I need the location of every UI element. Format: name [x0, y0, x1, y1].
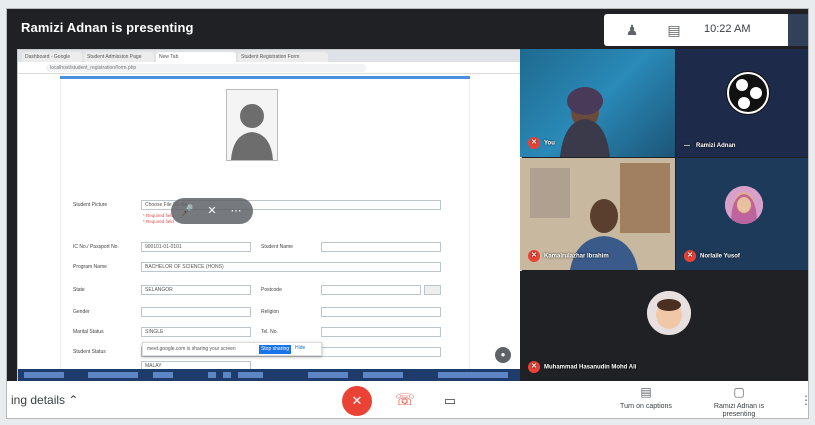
camera-off-icon[interactable]: ✕ — [205, 204, 219, 218]
more-options-icon[interactable]: ⋮ — [800, 393, 808, 407]
browser-tabs: Dashboard - Google Student Admission Pag… — [18, 50, 521, 62]
field-label: Religion — [261, 309, 280, 315]
postcode-input[interactable] — [321, 285, 421, 295]
error-text: * Required field — [143, 213, 174, 218]
captions-label[interactable]: Turn on captions — [601, 403, 691, 410]
avatar — [647, 291, 691, 335]
top-right-controls: ♟ ▤ 10:22 AM — [604, 14, 788, 46]
avatar-silhouette-icon — [227, 90, 277, 160]
registration-form: Student Picture Choose File No file * Re… — [60, 79, 470, 371]
taskbar-item[interactable] — [24, 372, 64, 378]
top-bar: Ramizi Adnan is presenting ♟ ▤ 10:22 AM — [7, 9, 808, 49]
taskbar-item[interactable] — [308, 372, 348, 378]
chevron-up-icon: ⌃ — [68, 393, 79, 407]
mic-muted-icon: ✕ — [684, 250, 696, 262]
meeting-details-button[interactable]: ing details ⌃ — [11, 393, 78, 407]
field-label: Postcode — [261, 287, 282, 293]
camera-button[interactable]: ▭ — [435, 386, 465, 416]
browser-tab[interactable]: Student Admission Page — [84, 52, 154, 62]
field-label: Student Picture — [73, 202, 108, 208]
avatar-image — [647, 291, 691, 335]
check-button[interactable] — [424, 285, 441, 295]
windows-taskbar — [18, 369, 521, 381]
present-icon[interactable]: ▢ — [732, 385, 746, 399]
participant-name: ✕ Norlaile Yusof — [684, 250, 740, 262]
participant-name: — Ramizi Adnan — [684, 143, 736, 149]
field-label: Gender — [73, 309, 90, 315]
taskbar-item[interactable] — [438, 372, 508, 378]
bottom-bar: ing details ⌃ ✕ ☏ ▭ ▤ Turn on captions ▢… — [7, 381, 808, 418]
taskbar-item[interactable] — [238, 372, 263, 378]
gender-select[interactable] — [141, 307, 251, 317]
screen-share-notice: meet.google.com is sharing your screen S… — [142, 342, 322, 356]
people-icon[interactable]: ♟ — [624, 23, 640, 37]
participant-tile[interactable]: — Ramizi Adnan — [676, 49, 808, 157]
browser-tab[interactable]: Dashboard - Google — [22, 52, 82, 62]
taskbar-item[interactable] — [153, 372, 173, 378]
obs-logo-icon — [726, 71, 770, 115]
taskbar-item[interactable] — [363, 372, 403, 378]
participant-name: ✕ You — [528, 137, 555, 149]
field-label: Tel. No. — [261, 329, 278, 335]
presenting-label[interactable]: Ramizi Adnan is presenting — [713, 403, 765, 418]
clock: 10:22 AM — [704, 23, 751, 35]
address-bar: localhost/student_registration/form.php — [18, 62, 521, 74]
chat-icon[interactable]: ▤ — [666, 23, 682, 37]
field-label: State — [73, 287, 85, 293]
taskbar-item[interactable] — [88, 372, 138, 378]
error-text: * Required field — [143, 219, 174, 224]
presenter-banner: Ramizi Adnan is presenting — [21, 20, 194, 35]
camera-icon: ▭ — [443, 393, 457, 408]
participant-name: ✕ Muhammad Hasanudin Mohd Ali — [528, 361, 636, 373]
mic-muted-icon: ✕ — [528, 361, 540, 373]
state-select[interactable]: SELANGOR — [141, 285, 251, 295]
mic-icon[interactable]: 🎤 — [180, 204, 194, 218]
avatar — [725, 186, 763, 224]
mic-muted-icon: ✕ — [528, 137, 540, 149]
program-select[interactable]: BACHELOR OF SCIENCE (HONS) — [141, 262, 441, 272]
end-call-button[interactable]: ☏ — [390, 386, 420, 416]
floating-controls: 🎤 ✕ ⋯ — [171, 198, 253, 224]
participant-tile[interactable]: ✕ Norlaile Yusof — [676, 158, 808, 270]
url-field[interactable]: localhost/student_registration/form.php — [46, 64, 366, 72]
field-label: Student Name — [261, 244, 293, 250]
mic-off-icon: ✕ — [351, 393, 363, 408]
religion-select[interactable] — [321, 307, 441, 317]
field-label: Program Name — [73, 264, 107, 270]
avatar-image — [725, 186, 763, 224]
self-camera-thumbnail — [788, 14, 808, 46]
participant-tile[interactable]: ✕ Kamalrulazhar Ibrahim — [520, 158, 675, 270]
phone-hangup-icon: ☏ — [394, 392, 415, 409]
hide-button[interactable]: Hide — [295, 345, 305, 351]
participant-name: ✕ Kamalrulazhar Ibrahim — [528, 250, 609, 262]
ic-input[interactable]: 900101-01-0101 — [141, 242, 251, 252]
mute-mic-button[interactable]: ✕ — [342, 386, 372, 416]
tel-input[interactable] — [321, 327, 441, 337]
participant-tile[interactable]: ✕ You — [520, 49, 675, 157]
scroll-top-button[interactable]: ● — [495, 347, 511, 363]
shared-screen: Dashboard - Google Student Admission Pag… — [17, 49, 522, 381]
mic-muted-icon: ✕ — [528, 250, 540, 262]
share-notice-text: meet.google.com is sharing your screen — [147, 346, 236, 352]
participant-tile[interactable]: ✕ Muhammad Hasanudin Mohd Ali — [520, 271, 808, 381]
field-label: Marital Status — [73, 329, 104, 335]
captions-icon[interactable]: ▤ — [639, 385, 653, 399]
student-photo-placeholder — [226, 89, 278, 161]
taskbar-item[interactable] — [208, 372, 216, 378]
taskbar-item[interactable] — [223, 372, 231, 378]
field-label: Student Status — [73, 349, 106, 355]
browser-tab[interactable]: New Tab — [156, 52, 236, 62]
field-label: IC No./ Passport No. — [73, 244, 119, 250]
marital-select[interactable]: SINGLE — [141, 327, 251, 337]
more-icon[interactable]: ⋯ — [229, 204, 243, 218]
meet-window: Ramizi Adnan is presenting ♟ ▤ 10:22 AM … — [6, 8, 809, 419]
name-input[interactable] — [321, 242, 441, 252]
browser-tab[interactable]: Student Registration Form — [238, 52, 328, 62]
stop-sharing-button[interactable]: Stop sharing — [259, 345, 291, 354]
